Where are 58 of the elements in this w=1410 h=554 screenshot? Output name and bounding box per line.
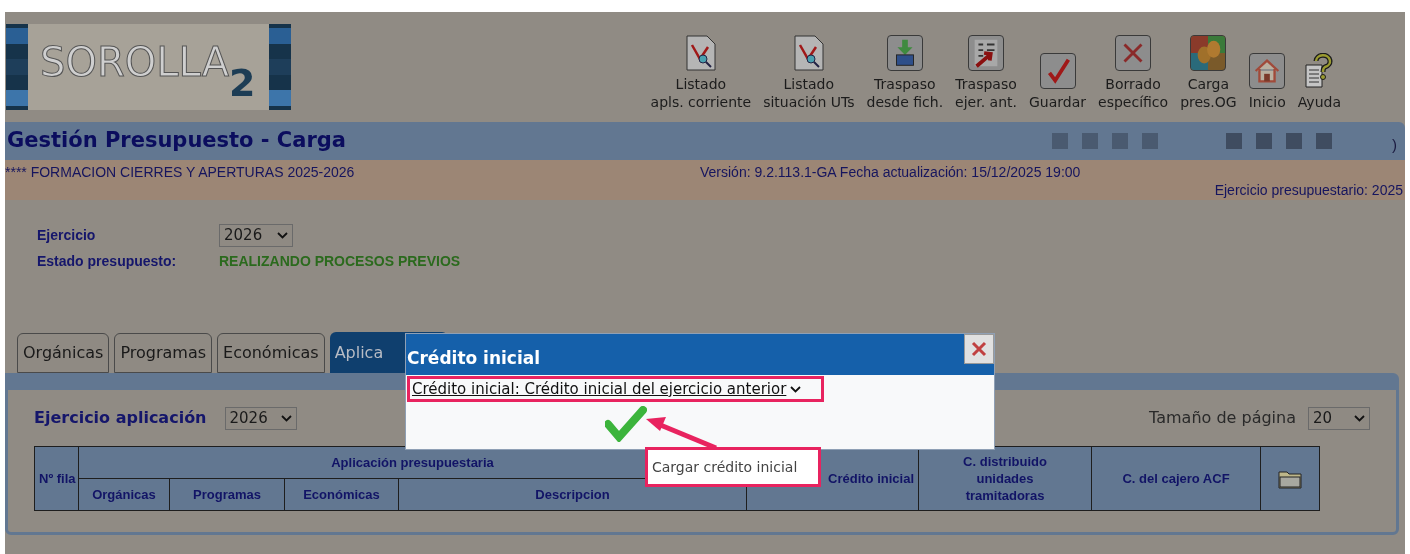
field-label: Ejercicio: [37, 225, 97, 245]
logo-text: SOROLLA: [40, 42, 229, 82]
page-title: Gestión Presupuesto - Carga: [7, 127, 346, 155]
chevron-down-icon: [277, 231, 288, 239]
tab[interactable]: Orgánicas: [17, 333, 110, 373]
checkmark-icon: [1039, 53, 1076, 89]
redacted-block: [1082, 133, 1098, 149]
status-value: REALIZANDO PROCESOS PREVIOS: [219, 251, 461, 271]
bar-text: ): [1392, 134, 1397, 155]
toolbar-button[interactable]: Listado situación UTs: [761, 35, 857, 111]
column-header: Económicas: [284, 478, 399, 511]
close-icon: [970, 340, 988, 358]
toolbar-button[interactable]: Carga pres.OG: [1178, 35, 1239, 111]
tab[interactable]: Programas: [114, 333, 213, 373]
coins-icon: [1190, 35, 1227, 71]
chevron-down-icon: [1354, 414, 1365, 422]
redacted-block: [1286, 133, 1302, 149]
cross-icon: [1115, 35, 1152, 71]
toolbar-button[interactable]: Guardar: [1027, 53, 1089, 111]
fiscal-year: Ejercicio presupuestario: 2025: [1214, 181, 1403, 200]
column-header: Programas: [169, 478, 285, 511]
credit-select[interactable]: Crédito inicial: Crédito inicial del ejercicio anterior: [407, 376, 824, 402]
redacted-block: [1112, 133, 1128, 149]
toolbar-button[interactable]: Ayuda: [1295, 53, 1343, 111]
tab[interactable]: Económicas: [217, 333, 325, 373]
toolbar-button[interactable]: Listado apls. corriente: [648, 35, 754, 111]
chevron-down-icon: [790, 385, 802, 393]
close-button[interactable]: [964, 334, 994, 364]
logo-subscript: 2: [229, 64, 256, 102]
field-label: Estado presupuesto:: [37, 251, 178, 271]
course-name: **** FORMACION CIERRES Y APERTURAS 2025-2026: [5, 163, 355, 182]
redacted-block: [1256, 133, 1272, 149]
tooltip: Cargar crédito inicial: [645, 447, 821, 487]
chevron-down-icon: [280, 414, 292, 422]
help-icon: [1304, 53, 1335, 89]
home-icon: [1249, 53, 1286, 89]
version-info: Versión: 9.2.113.1-GA Fecha actualización: 15/12/2025 19:00: [700, 163, 1081, 182]
toolbar-button[interactable]: Borrado específico: [1096, 35, 1171, 111]
page-size-select[interactable]: 20: [1308, 406, 1370, 430]
computer-icon: [886, 35, 923, 71]
column-header: C. del cajero ACF: [1091, 446, 1261, 511]
toolbar-button[interactable]: Inicio: [1246, 53, 1288, 111]
year-select[interactable]: 2026: [219, 223, 293, 247]
redacted-block: [1142, 133, 1158, 149]
year-select[interactable]: 2026: [224, 406, 297, 430]
field-label: Ejercicio aplicación: [34, 407, 207, 429]
column-header: Nº fila: [34, 446, 79, 511]
document-icon: [791, 35, 826, 71]
redacted-block: [1052, 133, 1068, 149]
checkmark-icon[interactable]: [605, 406, 647, 442]
toolbar-button[interactable]: Traspaso ejer. ant.: [953, 35, 1019, 111]
redacted-block: [1226, 133, 1242, 149]
folder-icon[interactable]: [1278, 469, 1302, 490]
redacted-block: [1316, 133, 1332, 149]
column-header: Orgánicas: [78, 478, 170, 511]
field-label: Tamaño de página: [1149, 407, 1296, 429]
document-icon: [683, 35, 718, 71]
toolbar-button[interactable]: Traspaso desde fich.: [864, 35, 946, 111]
